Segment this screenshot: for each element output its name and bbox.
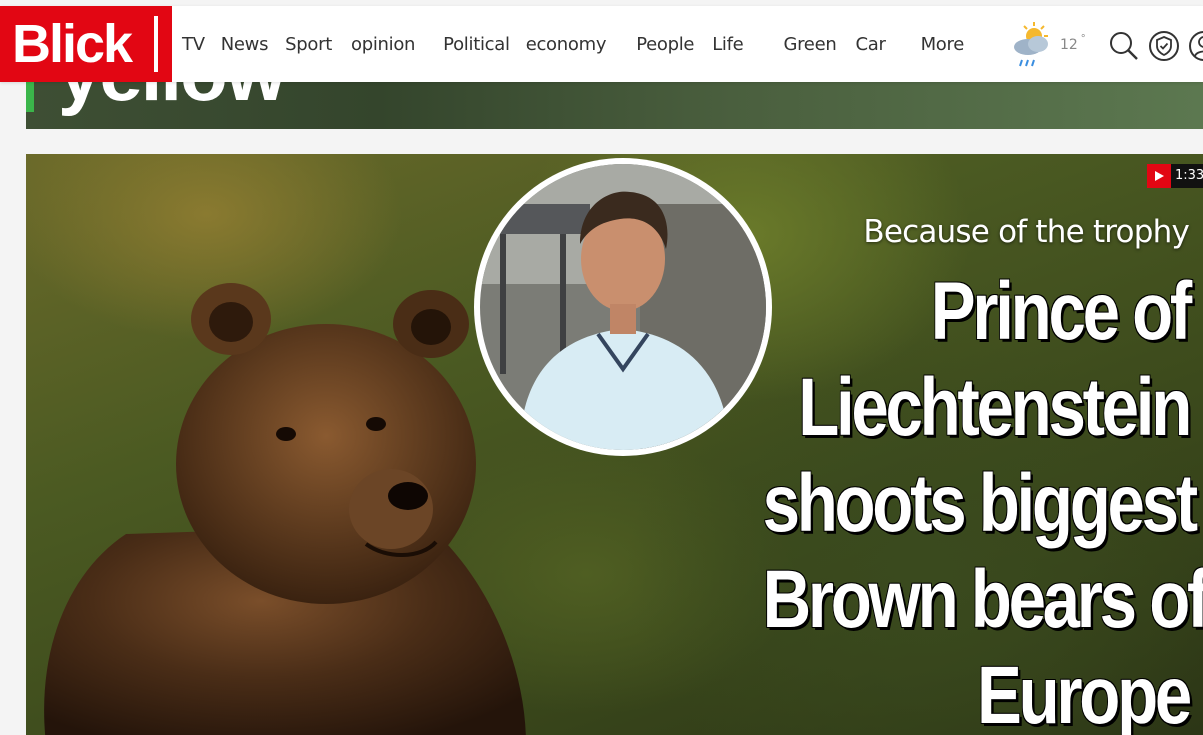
headline-line: Europe <box>977 650 1192 735</box>
teaser-kicker: Because of the trophy <box>863 214 1189 250</box>
nav-item-sport[interactable]: Sport <box>285 34 332 55</box>
brown-bear-photo <box>44 283 526 735</box>
headline-line: shoots biggest <box>762 458 1199 549</box>
logo-text: Blick <box>12 14 133 74</box>
nav-item-more[interactable]: More <box>921 34 965 55</box>
cloud-sun-rain-icon[interactable] <box>1006 18 1060 72</box>
blick-logo[interactable]: Blick <box>0 6 172 82</box>
author-portrait <box>474 158 772 456</box>
nav-item-people[interactable]: People <box>636 34 694 55</box>
nav-item-green[interactable]: Green <box>783 34 836 55</box>
previous-teaser-accent <box>26 82 34 112</box>
temperature-value: 12 <box>1060 37 1078 53</box>
previous-teaser[interactable]: yellow <box>26 82 1203 129</box>
nav-item-economy[interactable]: economy <box>526 34 607 55</box>
user-icon[interactable] <box>1188 30 1203 62</box>
site-header: Blick TV News Sport opinion Political ec… <box>0 6 1203 82</box>
shield-icon[interactable] <box>1148 30 1180 62</box>
nav-item-tv[interactable]: TV <box>182 34 205 55</box>
nav-item-life[interactable]: Life <box>712 34 744 55</box>
headline-line: Brown bears of <box>762 554 1203 645</box>
nav-item-news[interactable]: News <box>221 34 269 55</box>
video-duration: 1:33 <box>1171 164 1203 188</box>
main-teaser[interactable]: 1:33 Because of the trophy Prince of Lie… <box>26 154 1203 735</box>
main-nav: TV News Sport opinion Political economy … <box>182 6 964 82</box>
headline-line: Prince of <box>930 266 1192 357</box>
play-icon[interactable] <box>1147 164 1171 188</box>
teaser-headline[interactable]: Prince of Liechtenstein shoots biggest B… <box>762 264 1203 735</box>
nav-item-car[interactable]: Car <box>855 34 885 55</box>
temperature-unit: ° <box>1081 33 1086 45</box>
search-icon[interactable] <box>1108 30 1140 62</box>
previous-teaser-headline: yellow <box>58 82 286 112</box>
video-badge[interactable]: 1:33 <box>1147 164 1203 188</box>
nav-item-opinion[interactable]: opinion <box>351 34 415 55</box>
logo-bar <box>154 16 158 72</box>
nav-item-political[interactable]: Political <box>443 34 510 55</box>
page: yellow Blick TV News Sport opinion Polit… <box>0 0 1203 735</box>
headline-line: Liechtenstein <box>798 362 1192 453</box>
